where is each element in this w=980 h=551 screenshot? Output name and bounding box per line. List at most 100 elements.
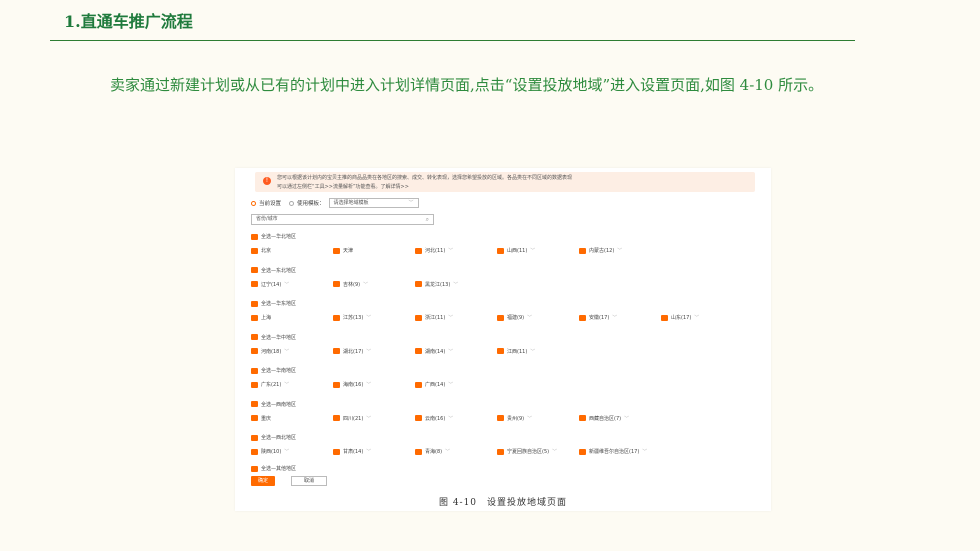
chevron-down-icon[interactable]: ﹀: [642, 448, 647, 455]
checkbox-icon[interactable]: [333, 247, 340, 254]
checkbox-icon[interactable]: [333, 281, 340, 287]
province-checkbox[interactable]: 天津: [333, 246, 353, 255]
checkbox-icon[interactable]: [333, 381, 340, 388]
cancel-button[interactable]: 取消: [291, 476, 327, 486]
chevron-down-icon[interactable]: ﹀: [284, 348, 289, 355]
checkbox-icon[interactable]: [251, 434, 258, 441]
province-checkbox[interactable]: 四川(21) ﹀: [333, 414, 371, 423]
chevron-down-icon[interactable]: ﹀: [284, 281, 289, 288]
checkbox-icon[interactable]: [497, 348, 504, 354]
province-checkbox[interactable]: 江苏(13) ﹀: [333, 313, 371, 322]
chevron-down-icon[interactable]: ﹀: [530, 247, 535, 254]
checkbox-icon[interactable]: [251, 267, 258, 273]
province-checkbox[interactable]: 山西(11) ﹀: [497, 246, 535, 255]
checkbox-icon[interactable]: [497, 247, 504, 254]
checkbox-icon[interactable]: [579, 247, 586, 254]
checkbox-icon[interactable]: [415, 415, 422, 421]
province-checkbox[interactable]: 西藏自治区(7) ﹀: [579, 414, 629, 423]
chevron-down-icon[interactable]: ﹀: [366, 381, 371, 388]
checkbox-icon[interactable]: [251, 314, 258, 321]
province-checkbox[interactable]: 内蒙古(12) ﹀: [579, 246, 622, 255]
checkbox-icon[interactable]: [251, 415, 258, 421]
chevron-down-icon[interactable]: ﹀: [448, 348, 453, 355]
radio-current-setting[interactable]: [251, 200, 256, 206]
province-checkbox[interactable]: 宁夏回族自治区(5) ﹀: [497, 447, 557, 456]
checkbox-icon[interactable]: [333, 314, 340, 321]
chevron-down-icon[interactable]: ﹀: [453, 281, 458, 288]
province-checkbox[interactable]: 福建(9) ﹀: [497, 313, 532, 322]
chevron-down-icon[interactable]: ﹀: [366, 314, 371, 321]
checkbox-icon[interactable]: [251, 281, 258, 287]
checkbox-icon[interactable]: [333, 448, 340, 455]
checkbox-icon[interactable]: [497, 415, 504, 421]
province-checkbox[interactable]: 海南(16) ﹀: [333, 380, 371, 389]
chevron-down-icon[interactable]: ﹀: [363, 281, 368, 288]
province-checkbox[interactable]: 广西(14) ﹀: [415, 380, 453, 389]
group-select-all[interactable]: 全选—西北地区: [251, 433, 296, 442]
province-checkbox[interactable]: 青海(8) ﹀: [415, 447, 450, 456]
chevron-down-icon[interactable]: ﹀: [284, 448, 289, 455]
province-checkbox[interactable]: 云南(16) ﹀: [415, 414, 453, 423]
checkbox-icon[interactable]: [333, 348, 340, 354]
checkbox-icon[interactable]: [579, 448, 586, 455]
province-checkbox[interactable]: 广东(21) ﹀: [251, 380, 289, 389]
province-checkbox[interactable]: 贵州(9) ﹀: [497, 414, 532, 423]
province-checkbox[interactable]: 湖南(14) ﹀: [415, 347, 453, 356]
checkbox-icon[interactable]: [251, 348, 258, 354]
checkbox-icon[interactable]: [415, 381, 422, 388]
checkbox-icon[interactable]: [579, 415, 586, 421]
checkbox-icon[interactable]: [251, 233, 258, 240]
province-checkbox[interactable]: 河北(11) ﹀: [415, 246, 453, 255]
province-checkbox[interactable]: 辽宁(14) ﹀: [251, 280, 289, 289]
chevron-down-icon[interactable]: ﹀: [448, 247, 453, 254]
ok-button[interactable]: 确定: [251, 476, 275, 486]
province-checkbox[interactable]: 上海: [251, 313, 271, 322]
chevron-down-icon[interactable]: ﹀: [448, 314, 453, 321]
province-checkbox[interactable]: 山东(17) ﹀: [661, 313, 699, 322]
group-select-all[interactable]: 全选—华北地区: [251, 232, 296, 241]
chevron-down-icon[interactable]: ﹀: [284, 381, 289, 388]
chevron-down-icon[interactable]: ﹀: [624, 415, 629, 422]
chevron-down-icon[interactable]: ﹀: [445, 448, 450, 455]
province-checkbox[interactable]: 北京: [251, 246, 271, 255]
province-checkbox[interactable]: 新疆维吾尔自治区(17) ﹀: [579, 447, 647, 456]
checkbox-icon[interactable]: [579, 314, 586, 321]
province-checkbox[interactable]: 河南(18) ﹀: [251, 347, 289, 356]
checkbox-icon[interactable]: [661, 314, 668, 321]
group-select-all[interactable]: 全选—华东地区: [251, 299, 296, 308]
checkbox-icon[interactable]: [251, 334, 258, 340]
template-select[interactable]: 请选择地域模板 ﹀: [328, 198, 419, 208]
group-select-all[interactable]: 全选—华中地区: [251, 333, 296, 342]
checkbox-icon[interactable]: [333, 415, 340, 421]
chevron-down-icon[interactable]: ﹀: [530, 348, 535, 355]
province-checkbox[interactable]: 江西(11) ﹀: [497, 347, 535, 356]
province-checkbox[interactable]: 吉林(9) ﹀: [333, 280, 368, 289]
chevron-down-icon[interactable]: ﹀: [366, 415, 371, 422]
checkbox-icon[interactable]: [415, 247, 422, 254]
group-select-all-other[interactable]: 全选—其他地区: [251, 464, 296, 473]
group-select-all[interactable]: 全选—东北地区: [251, 266, 296, 275]
checkbox-icon[interactable]: [251, 465, 258, 472]
group-select-all[interactable]: 全选—西南地区: [251, 400, 296, 409]
province-checkbox[interactable]: 湖北(17) ﹀: [333, 347, 371, 356]
chevron-down-icon[interactable]: ﹀: [366, 448, 371, 455]
province-checkbox[interactable]: 重庆: [251, 414, 271, 423]
checkbox-icon[interactable]: [251, 367, 258, 374]
chevron-down-icon[interactable]: ﹀: [552, 448, 557, 455]
chevron-down-icon[interactable]: ﹀: [617, 247, 622, 254]
checkbox-icon[interactable]: [497, 314, 504, 321]
checkbox-icon[interactable]: [415, 281, 422, 287]
province-checkbox[interactable]: 甘肃(14) ﹀: [333, 447, 371, 456]
notice-text-line2[interactable]: 可以通过左侧栏“工具>>流量解析”功能查看。了解详情>>: [277, 183, 409, 190]
checkbox-icon[interactable]: [251, 401, 258, 407]
group-select-all[interactable]: 全选—华南地区: [251, 366, 296, 375]
chevron-down-icon[interactable]: ﹀: [527, 314, 532, 321]
checkbox-icon[interactable]: [251, 247, 258, 254]
checkbox-icon[interactable]: [415, 348, 422, 354]
chevron-down-icon[interactable]: ﹀: [448, 381, 453, 388]
province-checkbox[interactable]: 安徽(17) ﹀: [579, 313, 617, 322]
chevron-down-icon[interactable]: ﹀: [448, 415, 453, 422]
province-checkbox[interactable]: 黑龙江(13) ﹀: [415, 280, 458, 289]
chevron-down-icon[interactable]: ﹀: [527, 415, 532, 422]
checkbox-icon[interactable]: [415, 448, 422, 455]
